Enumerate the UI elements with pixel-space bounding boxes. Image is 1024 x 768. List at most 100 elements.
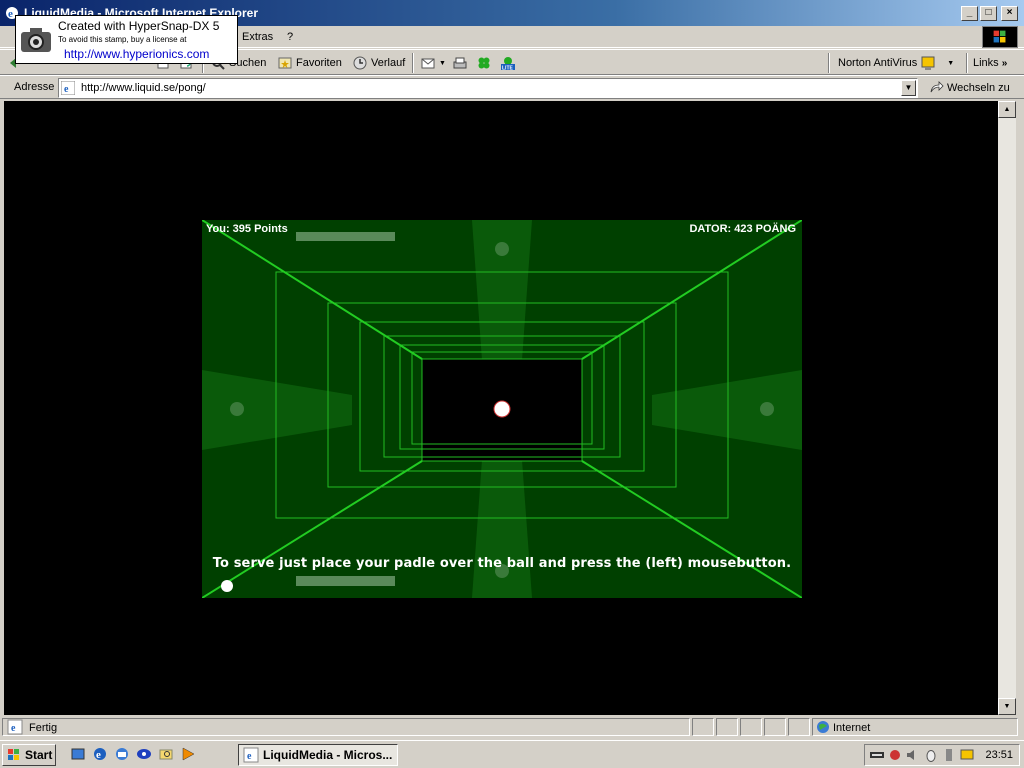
clover-icon [478,57,490,69]
status-pane [788,718,810,736]
ie-icon: e [243,747,259,763]
scroll-down-button[interactable]: ▼ [998,698,1016,715]
stamp-notice: To avoid this stamp, buy a license at [58,35,187,44]
clock[interactable]: 23:51 [985,749,1013,761]
computer-score: DATOR: 423 POÄNG [689,223,796,235]
windows-logo-icon [982,26,1018,48]
globe-icon [817,721,829,733]
usb-icon[interactable] [941,747,957,763]
corner-edge [581,460,802,598]
taskbar-window-label: LiquidMedia - Micros... [263,748,393,762]
ball [493,400,511,418]
player-paddle[interactable] [296,576,395,586]
wall-marker [760,402,774,416]
light-beam [652,370,802,450]
chevron-right-icon: » [1001,57,1008,69]
wall-marker [495,242,509,256]
close-button[interactable]: × [1001,6,1018,21]
scroll-up-button[interactable]: ▲ [998,101,1016,118]
address-bar: Adresse e http://www.liquid.se/pong/ ▼ W… [0,75,1024,99]
computer-paddle [296,232,395,241]
status-pane [716,718,738,736]
favorites-label: Favoriten [296,57,342,69]
dropdown-arrow-icon: ▼ [947,59,955,67]
start-button[interactable]: Start [2,744,56,766]
favorites-icon [278,57,292,69]
search-folder-icon[interactable] [158,746,174,762]
status-bar: e Fertig Internet [0,716,1024,738]
svg-text:e: e [247,751,252,762]
dropdown-arrow-icon: ▼ [439,59,446,67]
security-zone-cell: Internet [812,718,1018,736]
mail-button[interactable]: ▼ [420,54,446,72]
show-desktop-icon[interactable] [70,746,86,762]
svg-text:e: e [96,749,101,761]
pong-3d-room [202,220,802,598]
internet-explorer-icon[interactable]: e [92,746,108,762]
camera-icon [21,28,51,52]
status-pane [740,718,762,736]
printer-icon [453,57,467,69]
svg-text:e: e [11,723,16,734]
pong-game-canvas[interactable]: You: 395 Points DATOR: 423 POÄNG To serv… [202,220,802,598]
norton-icon [921,56,935,70]
menu-item-extras[interactable]: Extras [242,31,273,43]
links-label: Links [973,57,999,69]
start-label: Start [25,748,53,762]
media-player-icon[interactable] [180,746,196,762]
go-button[interactable]: Wechseln zu [928,80,1010,96]
antivirus-icon[interactable] [887,747,903,763]
speaker-icon[interactable] [905,747,921,763]
minimize-button[interactable]: _ [961,6,978,21]
corner-edge [581,220,802,360]
vertical-scrollbar[interactable]: ▲ ▼ [998,101,1016,715]
status-pane [692,718,714,736]
print-button[interactable] [452,54,468,72]
address-url: http://www.liquid.se/pong/ [81,82,206,94]
address-label: Adresse [14,81,55,93]
messenger-button[interactable] [476,54,492,72]
quick-launch: e [70,746,196,762]
icq-lite-button[interactable]: LITE [500,54,516,72]
svg-text:LITE: LITE [502,66,513,72]
player-score: You: 395 Points [206,223,288,235]
stamp-title: Created with HyperSnap-DX 5 [58,19,220,33]
ie-page-icon: e [7,719,23,735]
history-button[interactable]: Verlauf [352,54,405,72]
windows-flag-icon [8,749,19,760]
history-icon [353,56,367,70]
norton-label: Norton AntiVirus [838,57,918,69]
light-beam [202,370,352,450]
stamp-url: http://www.hyperionics.com [64,47,210,61]
taskbar-window-button[interactable]: e LiquidMedia - Micros... [238,744,398,766]
favorites-button[interactable]: Favoriten [277,54,342,72]
display-icon[interactable] [959,747,975,763]
ie-page-icon: e [61,81,75,95]
lite-icon: LITE [501,57,515,72]
status-text-cell: e Fertig [2,718,690,736]
security-zone-label: Internet [833,722,871,734]
norton-antivirus-button[interactable]: Norton AntiVirus ▼ [838,54,954,72]
go-arrow-icon [930,81,944,93]
page-viewport: You: 395 Points DATOR: 423 POÄNG To serv… [4,101,998,715]
outlook-icon[interactable] [114,746,130,762]
menu-item-help[interactable]: ? [287,31,293,43]
svg-text:e: e [64,84,69,95]
mouse-icon[interactable] [923,747,939,763]
links-button[interactable]: Links » [973,54,1007,72]
address-input[interactable]: e http://www.liquid.se/pong/ ▼ [58,78,918,98]
status-text: Fertig [29,722,58,734]
address-dropdown-button[interactable]: ▼ [901,80,916,96]
ball-shadow [221,580,233,592]
messenger-icon[interactable] [136,746,152,762]
system-tray: 23:51 [864,744,1020,766]
maximize-button[interactable]: □ [980,6,997,21]
taskbar: Start e e LiquidMedia - Micros... 23:51 [0,740,1024,768]
network-icon[interactable] [869,747,885,763]
hypersnap-watermark: Created with HyperSnap-DX 5 To avoid thi… [15,15,238,64]
status-pane [764,718,786,736]
history-label: Verlauf [371,57,406,69]
serve-instructions: To serve just place your padle over the … [212,556,792,571]
light-beam [472,220,532,360]
wall-marker [230,402,244,416]
